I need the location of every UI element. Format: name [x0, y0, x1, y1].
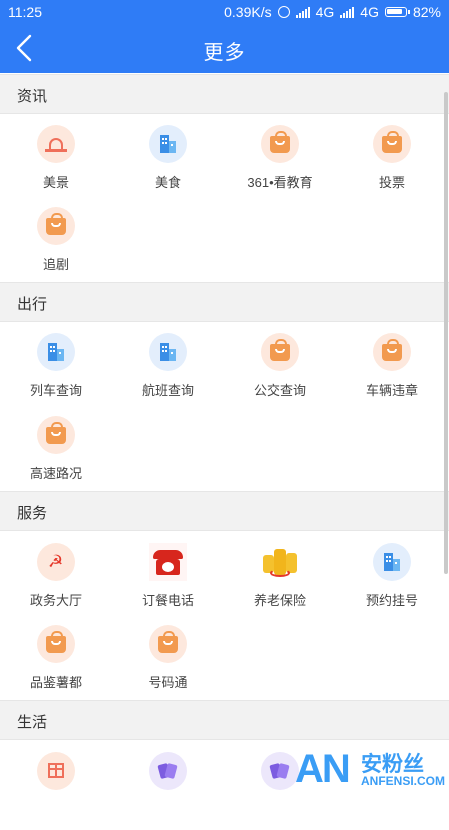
scrollbar[interactable] [444, 92, 448, 574]
top-app-bar: 11:25 0.39K/s 4G 4G 82% 更多 [0, 0, 449, 73]
menu-item-label: 追剧 [42, 257, 69, 272]
menu-item-label: 航班查询 [141, 383, 194, 398]
menu-item-label: 品鉴薯都 [29, 675, 82, 690]
watermark-en: ANFENSI.COM [361, 774, 445, 788]
bag-icon [261, 333, 299, 371]
menu-item-label: 政务大厅 [29, 593, 82, 608]
menu-item-life-1[interactable] [0, 752, 112, 830]
section-title: 出行 [17, 296, 48, 313]
bag-icon [37, 207, 75, 245]
building-icon [149, 125, 187, 163]
menu-item-drama[interactable]: 追剧 [0, 207, 112, 285]
watermark-an: AN [295, 747, 351, 791]
bag-icon [37, 625, 75, 663]
section-header-services: 服务 [0, 491, 449, 531]
menu-item-vote[interactable]: 投票 [336, 125, 448, 203]
menu-item-flight[interactable]: 航班查询 [112, 333, 224, 411]
menu-item-order-phone[interactable]: 订餐电话 [112, 543, 224, 621]
status-time: 11:25 [8, 4, 42, 20]
menu-item-life-2[interactable] [112, 752, 224, 830]
status-bar: 11:25 0.39K/s 4G 4G 82% [0, 0, 449, 24]
network-speed: 0.39K/s [224, 4, 272, 20]
menu-item-label: 美食 [154, 175, 181, 190]
bag-icon [149, 625, 187, 663]
section-header-news: 资讯 [0, 74, 449, 114]
telephone-icon [149, 543, 187, 581]
bag-icon [37, 416, 75, 454]
cards-icon [261, 752, 299, 790]
menu-item-label: 号码通 [148, 675, 188, 690]
menu-item-label: 公交查询 [253, 383, 306, 398]
menu-item-food[interactable]: 美食 [112, 125, 224, 203]
menu-item-education[interactable]: 361•看教育 [224, 125, 336, 203]
status-right: 0.39K/s 4G 4G 82% [224, 4, 441, 20]
battery-level: 82% [412, 4, 441, 20]
bag-icon [373, 125, 411, 163]
section-title: 资讯 [17, 88, 48, 105]
menu-item-scenery[interactable]: 美景 [0, 125, 112, 203]
menu-item-label: 高速路况 [29, 466, 82, 481]
coins-icon [261, 543, 299, 581]
menu-item-train[interactable]: 列车查询 [0, 333, 112, 411]
menu-item-violation[interactable]: 车辆违章 [336, 333, 448, 411]
bag-icon [261, 125, 299, 163]
menu-item-label: 361•看教育 [247, 175, 313, 190]
building-icon [37, 333, 75, 371]
signal-icon [340, 6, 355, 18]
section-header-travel: 出行 [0, 282, 449, 322]
menu-item-bus[interactable]: 公交查询 [224, 333, 336, 411]
section-title: 生活 [17, 714, 48, 731]
section-header-life: 生活 [0, 700, 449, 740]
scenery-icon [37, 125, 75, 163]
menu-item-appointment[interactable]: 预约挂号 [336, 543, 448, 621]
gift-icon [37, 752, 75, 790]
battery-icon [384, 7, 410, 17]
building-icon [149, 333, 187, 371]
menu-item-label: 养老保险 [253, 593, 306, 608]
signal-icon [295, 6, 310, 18]
menu-item-label: 车辆违章 [365, 383, 418, 398]
hammer-sickle-icon: ☭ [37, 543, 75, 581]
menu-item-pension[interactable]: 养老保险 [224, 543, 336, 621]
alarm-icon [277, 6, 290, 18]
menu-item-label: 投票 [378, 175, 405, 190]
sim2-label: 4G [360, 4, 379, 20]
menu-item-government[interactable]: ☭ 政务大厅 [0, 543, 112, 621]
menu-item-label: 列车查询 [29, 383, 82, 398]
menu-item-label: 订餐电话 [141, 593, 194, 608]
bag-icon [373, 333, 411, 371]
menu-item-number-pass[interactable]: 号码通 [112, 625, 224, 703]
menu-item-tasting[interactable]: 品鉴薯都 [0, 625, 112, 703]
sim1-label: 4G [315, 4, 335, 20]
menu-item-label: 美景 [42, 175, 69, 190]
section-title: 服务 [17, 505, 48, 522]
menu-item-highway[interactable]: 高速路况 [0, 416, 112, 494]
page-title: 更多 [203, 42, 246, 64]
watermark-logo: AN 安粉丝 ANFENSI.COM [295, 746, 445, 794]
nav-bar: 更多 [0, 24, 449, 73]
cards-icon [149, 752, 187, 790]
building-icon [373, 543, 411, 581]
menu-item-label: 预约挂号 [365, 593, 418, 608]
